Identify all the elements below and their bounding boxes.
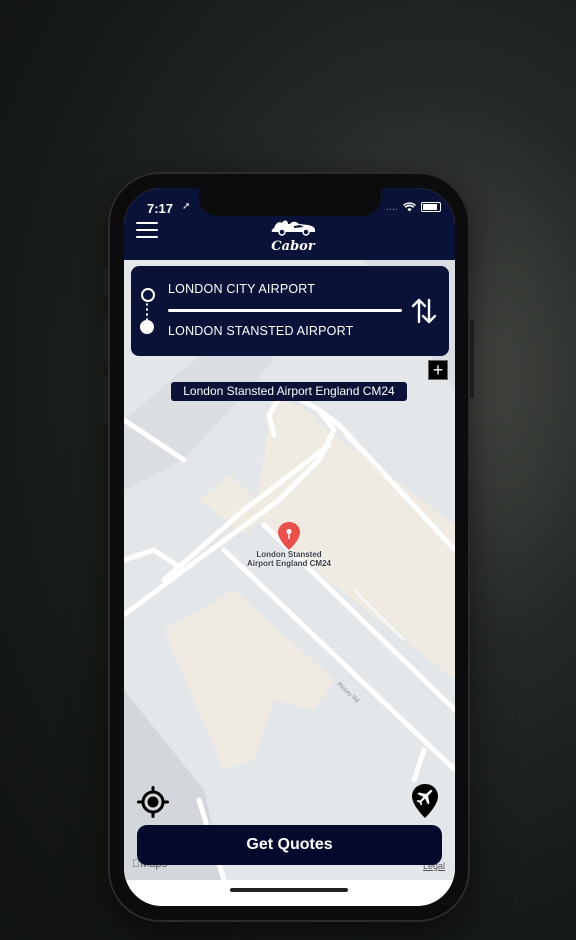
battery-icon <box>421 202 441 212</box>
current-location-icon[interactable] <box>137 786 169 818</box>
home-indicator[interactable] <box>230 888 348 892</box>
route-card: LONDON CITY AIRPORT LONDON STANSTED AIRP… <box>131 266 449 356</box>
location-arrow-icon: ➚ <box>182 201 191 212</box>
add-stop-button[interactable]: + <box>428 360 448 380</box>
cabor-logo: Cabor <box>267 218 319 254</box>
home-bar-area <box>124 880 455 906</box>
route-dots-icon <box>146 302 148 320</box>
route-divider <box>168 309 402 312</box>
selected-address-chip: London Stansted Airport England CM24 <box>171 382 407 401</box>
mute-switch <box>104 268 108 296</box>
dropoff-field[interactable]: LONDON STANSTED AIRPORT <box>168 324 353 338</box>
pin-label-line2: Airport England CM24 <box>246 559 331 568</box>
volume-up-button <box>104 318 108 366</box>
hamburger-menu-icon[interactable] <box>136 222 158 238</box>
car-logo-icon <box>271 220 315 236</box>
signal-icon: .... <box>385 201 398 213</box>
status-icons: .... <box>386 201 441 213</box>
pickup-field[interactable]: LONDON CITY AIRPORT <box>168 282 315 296</box>
app-screen: 7:17 ➚ .... Cabor Pincey Rd London Stans… <box>124 188 455 906</box>
phone-notch <box>199 188 381 216</box>
pin-label: London Stansted Airport England CM24 <box>227 550 351 568</box>
destination-dot-icon <box>140 320 154 334</box>
status-time: 7:17 <box>147 201 174 216</box>
power-button <box>470 320 474 398</box>
volume-down-button <box>104 376 108 424</box>
airport-pin-icon[interactable] <box>411 784 439 820</box>
origin-dot-icon <box>141 288 155 302</box>
get-quotes-button[interactable]: Get Quotes <box>137 825 442 865</box>
wifi-icon <box>403 202 416 212</box>
pin-label-line1: London Stansted <box>256 550 322 559</box>
logo-text: Cabor <box>271 239 315 254</box>
swap-arrows-icon[interactable] <box>409 296 439 326</box>
map-pin-icon[interactable] <box>277 522 301 552</box>
